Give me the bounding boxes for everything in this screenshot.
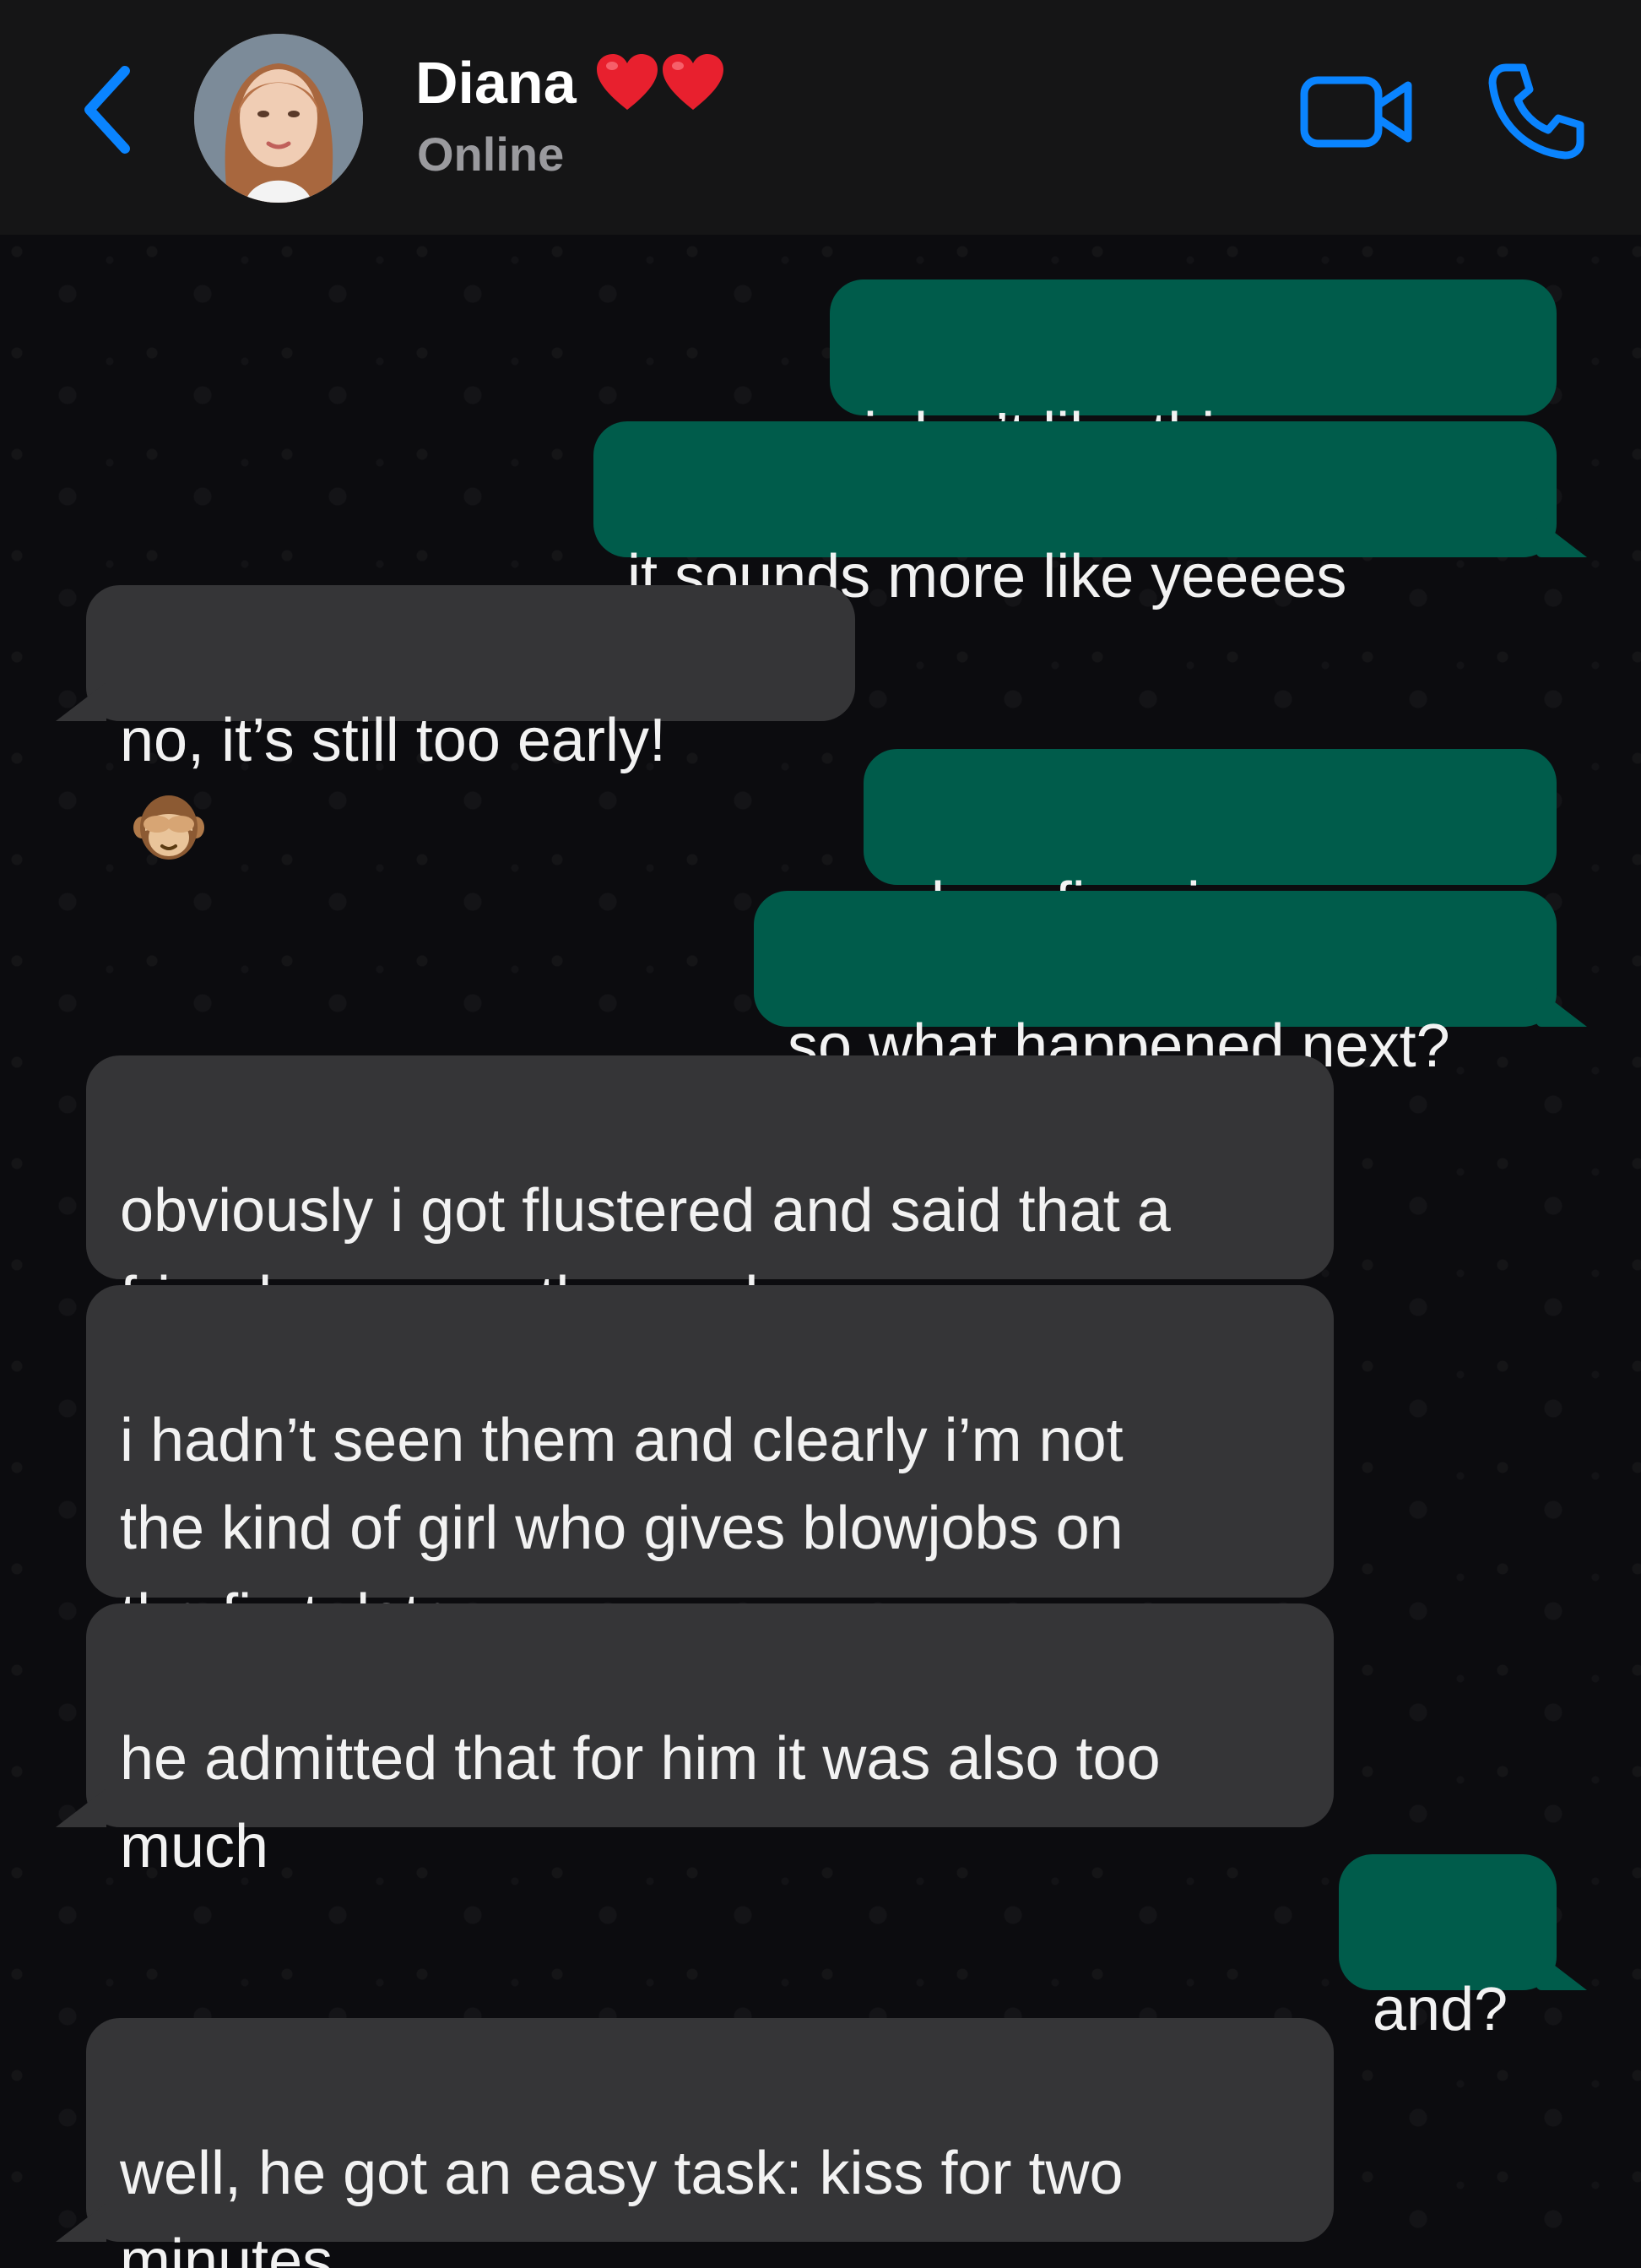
red-heart-icon: [596, 54, 658, 110]
incoming-message[interactable]: he admitted that for him it was also too…: [86, 1603, 1334, 1880]
phone-icon: [1488, 63, 1584, 160]
voice-call-button[interactable]: [1486, 61, 1587, 162]
message-text: and?: [1373, 1976, 1508, 2043]
outgoing-message[interactable]: so what happened next?: [754, 891, 1557, 1080]
contact-name-text: Diana: [415, 50, 577, 116]
outgoing-message[interactable]: and?: [1339, 1854, 1557, 2043]
outgoing-message[interactable]: i don’t like this nooo…: [830, 279, 1557, 469]
incoming-message[interactable]: well, he got an easy task: kiss for two …: [86, 2018, 1334, 2268]
chat-header: Diana Online: [0, 0, 1641, 235]
incoming-message[interactable]: i hadn’t seen them and clearly i’m not t…: [86, 1285, 1334, 1739]
outgoing-message[interactable]: okay, fine, i agree: [864, 749, 1557, 1027]
outgoing-message[interactable]: it sounds more like yeeees: [593, 421, 1557, 700]
message-text: no, it’s still too early!: [120, 707, 666, 774]
chat-screen: Diana Online it sounds more like yeeees …: [0, 0, 1641, 2268]
contact-status: Online: [417, 128, 565, 181]
see-no-evil-monkey-emoji: [133, 795, 204, 860]
video-call-icon: [1300, 76, 1412, 148]
chevron-left-icon: [84, 66, 130, 154]
avatar[interactable]: [194, 34, 363, 203]
back-button[interactable]: [76, 59, 144, 160]
video-call-button[interactable]: [1300, 72, 1414, 152]
contact-name[interactable]: Diana: [415, 49, 725, 117]
incoming-message[interactable]: no, it’s still too early!: [86, 585, 855, 860]
red-heart-icon: [662, 54, 723, 110]
incoming-message[interactable]: obviously i got flustered and said that …: [86, 1055, 1334, 1332]
hearts: [595, 52, 725, 113]
avatar-image: [194, 34, 363, 203]
